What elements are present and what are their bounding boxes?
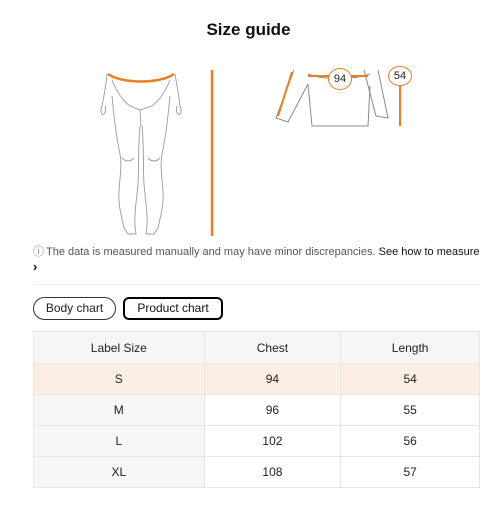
- header-length: Length: [340, 331, 480, 364]
- size-cell: S: [33, 363, 205, 395]
- length-cell: 57: [340, 456, 480, 488]
- chevron-right-icon[interactable]: ›: [33, 260, 483, 273]
- size-cell: XL: [33, 456, 205, 488]
- table-header-row: Label Size Chest Length: [33, 331, 480, 364]
- table-row[interactable]: S 94 54: [33, 363, 480, 395]
- length-cell: 55: [340, 394, 480, 426]
- measurement-note: ⓘ The data is measured manually and may h…: [33, 245, 483, 273]
- chest-measure-badge: 94: [328, 68, 352, 90]
- length-measure-badge: 54: [388, 66, 412, 86]
- size-cell: M: [33, 394, 205, 426]
- note-text: The data is measured manually and may ha…: [46, 246, 376, 258]
- tab-body-chart[interactable]: Body chart: [33, 297, 116, 320]
- chest-cell: 96: [203, 394, 342, 426]
- size-cell: L: [33, 425, 205, 457]
- table-row[interactable]: M 96 55: [33, 394, 480, 426]
- body-legs-illustration: [100, 70, 214, 236]
- header-chest: Chest: [203, 331, 342, 364]
- length-cell: 56: [340, 425, 480, 457]
- garment-top-illustration: 94 54: [268, 66, 418, 128]
- chest-cell: 102: [203, 425, 342, 457]
- header-label-size: Label Size: [33, 331, 205, 364]
- page-title: Size guide: [206, 20, 291, 39]
- size-table: Label Size Chest Length S 94 54 M 96 55 …: [33, 331, 480, 488]
- tab-product-chart[interactable]: Product chart: [123, 297, 223, 320]
- chest-cell: 94: [203, 363, 342, 395]
- chest-cell: 108: [203, 456, 342, 488]
- table-row[interactable]: L 102 56: [33, 425, 480, 457]
- info-icon: ⓘ: [33, 246, 44, 258]
- table-row[interactable]: XL 108 57: [33, 456, 480, 488]
- length-cell: 54: [340, 363, 480, 395]
- see-how-to-measure-link[interactable]: See how to measure: [379, 246, 480, 258]
- divider: [33, 284, 480, 285]
